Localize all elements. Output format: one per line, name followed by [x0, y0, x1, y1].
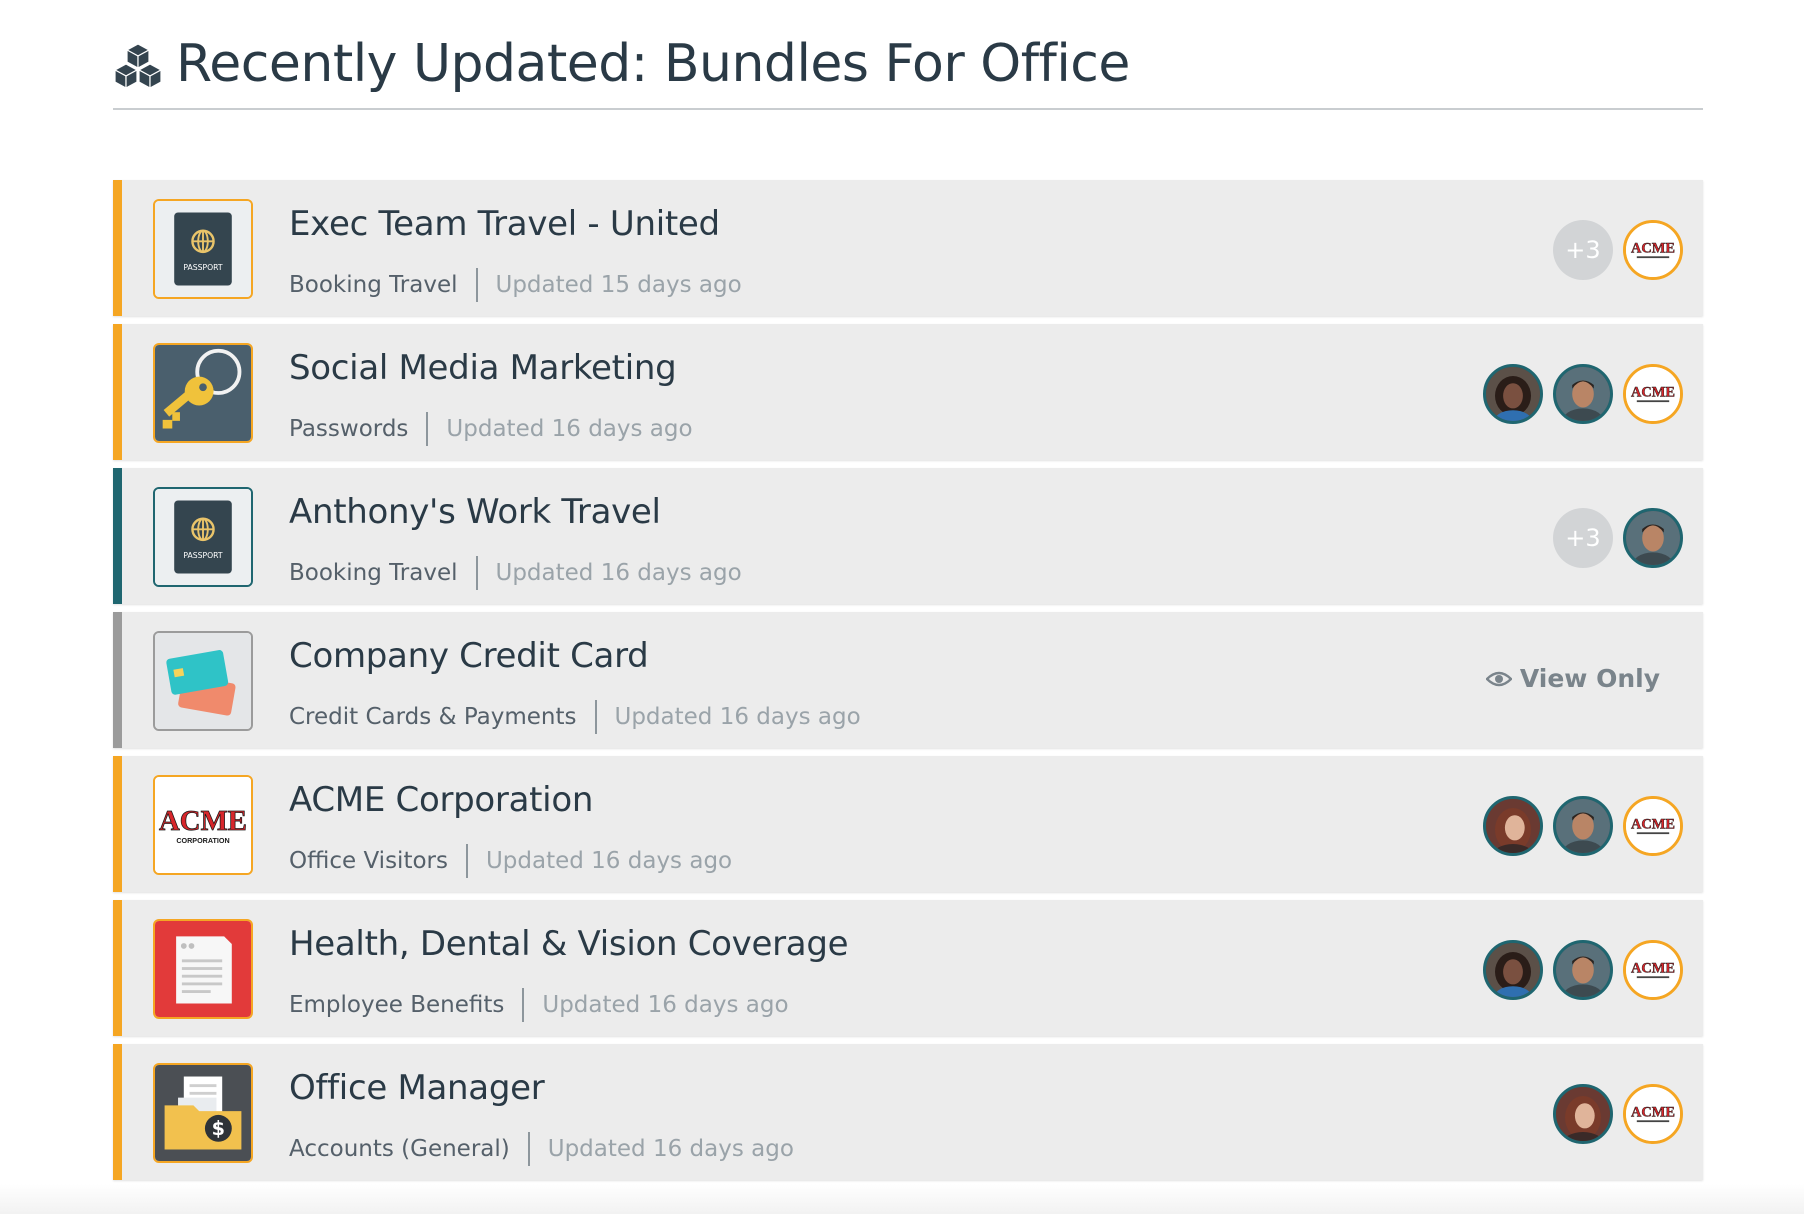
view-only-badge: View Only [1485, 664, 1660, 693]
bundle-title[interactable]: Anthony's Work Travel [289, 492, 661, 532]
shared-with: +3 [1553, 508, 1683, 568]
accent-bar [113, 468, 122, 604]
bundle-title[interactable]: Exec Team Travel - United [289, 204, 720, 244]
more-users-badge[interactable]: +3 [1553, 508, 1613, 568]
passport-icon[interactable]: PASSPORT [153, 199, 253, 299]
bundles-page: Recently Updated: Bundles For Office PAS… [113, 0, 1703, 1180]
bundle-title[interactable]: Social Media Marketing [289, 348, 677, 388]
bundle-list: PASSPORT Exec Team Travel - United Booking… [113, 180, 1703, 1188]
money-folder-icon[interactable]: $ [153, 1063, 253, 1163]
user-avatar[interactable] [1623, 508, 1683, 568]
user-avatar[interactable] [1483, 796, 1543, 856]
bundle-updated: Updated 16 days ago [547, 1136, 794, 1162]
svg-text:ACME: ACME [1631, 241, 1675, 257]
svg-text:ACME: ACME [159, 805, 247, 837]
svg-text:ACME: ACME [1631, 961, 1675, 977]
acme-icon[interactable]: ACME CORPORATION [153, 775, 253, 875]
document-icon[interactable] [153, 919, 253, 1019]
meta-divider [527, 1132, 530, 1166]
bundle-category: Passwords [289, 416, 409, 442]
bundle-title[interactable]: Office Manager [289, 1068, 545, 1108]
shared-with: ACME [1483, 364, 1683, 424]
page-title: Recently Updated: Bundles For Office [176, 34, 1130, 94]
credit-card-icon[interactable] [153, 631, 253, 731]
bundle-meta: Booking Travel Updated 16 days ago [289, 556, 742, 590]
svg-text:ACME: ACME [1631, 385, 1675, 401]
bundle-updated: Updated 16 days ago [614, 704, 861, 730]
bundle-row[interactable]: PASSPORT Exec Team Travel - United Booking… [113, 180, 1703, 316]
meta-divider [475, 268, 478, 302]
shared-with: ACME [1553, 1084, 1683, 1144]
accent-bar [113, 1044, 122, 1180]
accent-bar [113, 612, 122, 748]
bundle-row[interactable]: ACME CORPORATION ACME Corporation Office Vi… [113, 756, 1703, 892]
user-avatar[interactable] [1553, 1084, 1613, 1144]
bundle-category: Credit Cards & Payments [289, 704, 577, 730]
bundle-updated: Updated 15 days ago [495, 272, 742, 298]
bundle-row[interactable]: $ Office Manager Accounts (General) Updated… [113, 1044, 1703, 1180]
bundle-category: Booking Travel [289, 560, 458, 586]
accent-bar [113, 900, 122, 1036]
meta-divider [465, 844, 468, 878]
bundle-title[interactable]: Company Credit Card [289, 636, 649, 676]
cubes-icon [113, 43, 163, 90]
user-avatar[interactable] [1553, 940, 1613, 1000]
svg-text:ACME: ACME [1631, 817, 1675, 833]
accent-bar [113, 756, 122, 892]
svg-text:$: $ [212, 1117, 225, 1140]
eye-icon [1485, 671, 1512, 686]
bundle-updated: Updated 16 days ago [446, 416, 693, 442]
shared-with: ACME [1483, 940, 1683, 1000]
bundle-category: Office Visitors [289, 848, 448, 874]
bundle-row[interactable]: Social Media Marketing Passwords Updated 1… [113, 324, 1703, 460]
svg-text:ACME: ACME [1631, 1105, 1675, 1121]
bundle-meta: Employee Benefits Updated 16 days ago [289, 988, 789, 1022]
meta-divider [426, 412, 429, 446]
bundle-updated: Updated 16 days ago [542, 992, 789, 1018]
svg-text:CORPORATION: CORPORATION [176, 836, 229, 845]
bundle-category: Booking Travel [289, 272, 458, 298]
bundle-meta: Accounts (General) Updated 16 days ago [289, 1132, 794, 1166]
meta-divider [522, 988, 525, 1022]
bundle-meta: Passwords Updated 16 days ago [289, 412, 693, 446]
bundle-meta: Booking Travel Updated 15 days ago [289, 268, 742, 302]
bundle-category: Employee Benefits [289, 992, 505, 1018]
bundle-row[interactable]: Health, Dental & Vision Coverage Employee… [113, 900, 1703, 1036]
meta-divider [475, 556, 478, 590]
acme-logo-avatar[interactable]: ACME [1623, 220, 1683, 280]
svg-text:PASSPORT: PASSPORT [183, 551, 223, 560]
user-avatar[interactable] [1483, 364, 1543, 424]
bundle-updated: Updated 16 days ago [495, 560, 742, 586]
passport-icon[interactable]: PASSPORT [153, 487, 253, 587]
page-header: Recently Updated: Bundles For Office [113, 0, 1703, 110]
user-avatar[interactable] [1483, 940, 1543, 1000]
acme-logo-avatar[interactable]: ACME [1623, 1084, 1683, 1144]
acme-logo-avatar[interactable]: ACME [1623, 796, 1683, 856]
bundle-meta: Credit Cards & Payments Updated 16 days a… [289, 700, 861, 734]
bundle-meta: Office Visitors Updated 16 days ago [289, 844, 732, 878]
accent-bar [113, 180, 122, 316]
bundle-title[interactable]: ACME Corporation [289, 780, 593, 820]
bundle-updated: Updated 16 days ago [485, 848, 733, 874]
acme-logo-avatar[interactable]: ACME [1623, 364, 1683, 424]
bottom-fade [0, 1184, 1804, 1214]
more-users-badge[interactable]: +3 [1553, 220, 1613, 280]
user-avatar[interactable] [1553, 796, 1613, 856]
bundle-row[interactable]: PASSPORT Anthony's Work Travel Booking Tra… [113, 468, 1703, 604]
user-avatar[interactable] [1553, 364, 1613, 424]
key-icon[interactable] [153, 343, 253, 443]
acme-logo-avatar[interactable]: ACME [1623, 940, 1683, 1000]
shared-with: +3 ACME [1553, 220, 1683, 280]
bundle-row[interactable]: Company Credit Card Credit Cards & Paymen… [113, 612, 1703, 748]
bundle-category: Accounts (General) [289, 1136, 510, 1162]
bundle-title[interactable]: Health, Dental & Vision Coverage [289, 924, 849, 964]
shared-with: ACME [1483, 796, 1683, 856]
accent-bar [113, 324, 122, 460]
svg-text:PASSPORT: PASSPORT [183, 263, 223, 272]
meta-divider [594, 700, 597, 734]
view-only-label: View Only [1519, 664, 1660, 693]
